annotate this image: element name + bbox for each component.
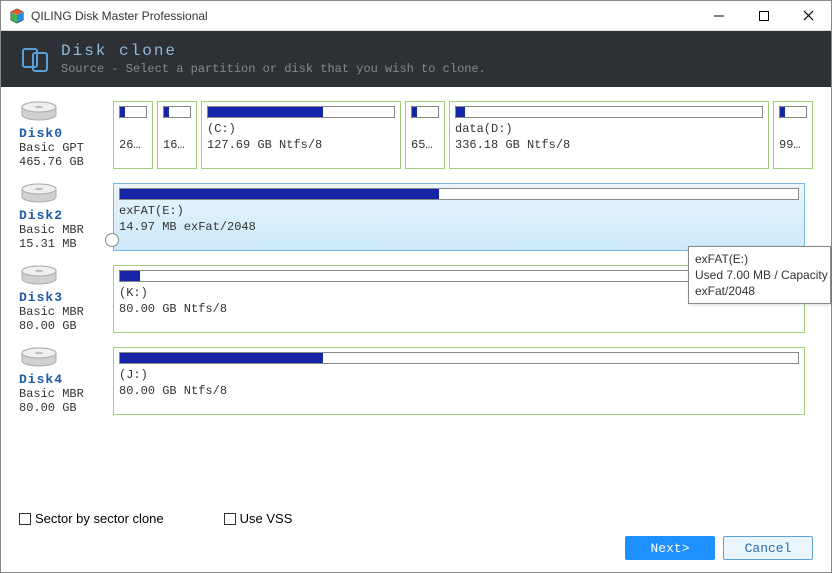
partition[interactable]: data(D:) 336.18 GB Ntfs/8 bbox=[449, 101, 769, 169]
disk-clone-icon bbox=[19, 43, 51, 75]
partition-label: (C:) bbox=[207, 122, 395, 136]
partition-usage-bar bbox=[119, 106, 147, 118]
tooltip-line: Used 7.00 MB / Capacity bbox=[695, 267, 824, 283]
tooltip-line: exFat/2048 bbox=[695, 283, 824, 299]
app-logo-icon bbox=[9, 8, 25, 24]
disk-name: Disk3 bbox=[19, 290, 107, 305]
checkbox-icon bbox=[224, 513, 236, 525]
disk-info: Disk2Basic MBR15.31 MB bbox=[19, 183, 107, 251]
partition-meta: 127.69 GB Ntfs/8 bbox=[207, 138, 395, 152]
partition-usage-bar bbox=[163, 106, 191, 118]
partition-meta: 14.97 MB exFat/2048 bbox=[119, 220, 799, 234]
disk-type: Basic MBR bbox=[19, 223, 107, 237]
partition-usage-bar bbox=[455, 106, 763, 118]
disk-size: 465.76 GB bbox=[19, 155, 107, 169]
checkbox-label: Use VSS bbox=[240, 511, 293, 526]
disk-type: Basic MBR bbox=[19, 387, 107, 401]
partition-label bbox=[411, 122, 439, 136]
minimize-button[interactable] bbox=[696, 1, 741, 30]
disk-info: Disk4Basic MBR80.00 GB bbox=[19, 347, 107, 415]
partition-meta: 16... bbox=[163, 138, 191, 152]
checkbox-icon bbox=[19, 513, 31, 525]
close-button[interactable] bbox=[786, 1, 831, 30]
disk-size: 15.31 MB bbox=[19, 237, 107, 251]
partition-label: data(D:) bbox=[455, 122, 763, 136]
partition-meta: 26... bbox=[119, 138, 147, 152]
maximize-button[interactable] bbox=[741, 1, 786, 30]
window-controls bbox=[696, 1, 831, 30]
partition-usage-bar bbox=[207, 106, 395, 118]
disk-size: 80.00 GB bbox=[19, 319, 107, 333]
partition-meta: 80.00 GB Ntfs/8 bbox=[119, 302, 799, 316]
partition[interactable]: 16... bbox=[157, 101, 197, 169]
partition-label bbox=[119, 122, 147, 136]
partition[interactable]: (C:) 127.69 GB Ntfs/8 bbox=[201, 101, 401, 169]
partition-meta: 336.18 GB Ntfs/8 bbox=[455, 138, 763, 152]
partition-meta: 99... bbox=[779, 138, 807, 152]
cancel-button[interactable]: Cancel bbox=[723, 536, 813, 560]
partition[interactable]: 99... bbox=[773, 101, 813, 169]
footer-buttons: Next> Cancel bbox=[625, 536, 813, 560]
partition-usage-bar bbox=[119, 188, 799, 200]
checkbox-label: Sector by sector clone bbox=[35, 511, 164, 526]
partition-list: (J:) 80.00 GB Ntfs/8 bbox=[113, 347, 813, 415]
partition-tooltip: exFAT(E:) Used 7.00 MB / Capacity exFat/… bbox=[688, 246, 831, 304]
disk-select-radio[interactable] bbox=[105, 233, 119, 247]
disk-size: 80.00 GB bbox=[19, 401, 107, 415]
sector-clone-checkbox[interactable]: Sector by sector clone bbox=[19, 511, 164, 526]
disk-row[interactable]: Disk2Basic MBR15.31 MB exFAT(E:) 14.97 MB … bbox=[19, 183, 813, 251]
partition[interactable]: 26... bbox=[113, 101, 153, 169]
use-vss-checkbox[interactable]: Use VSS bbox=[224, 511, 293, 526]
next-button[interactable]: Next> bbox=[625, 536, 715, 560]
partition-list: 26... 16... (C:) 127.69 GB Ntfs/8 65... data(… bbox=[113, 101, 813, 169]
disk-row[interactable]: Disk4Basic MBR80.00 GB (J:) 80.00 GB Ntfs/… bbox=[19, 347, 813, 415]
partition[interactable]: exFAT(E:) 14.97 MB exFat/2048 bbox=[113, 183, 805, 251]
partition-usage-bar bbox=[411, 106, 439, 118]
partition-list: exFAT(E:) 14.97 MB exFat/2048 bbox=[113, 183, 813, 251]
disk-info: Disk3Basic MBR80.00 GB bbox=[19, 265, 107, 333]
disk-type: Basic MBR bbox=[19, 305, 107, 319]
partition-label: exFAT(E:) bbox=[119, 204, 799, 218]
page-subtitle: Source - Select a partition or disk that… bbox=[61, 62, 486, 76]
disk-row[interactable]: Disk0Basic GPT465.76 GB 26... 16... (C:) 127… bbox=[19, 101, 813, 169]
partition-label: (J:) bbox=[119, 368, 799, 382]
disk-name: Disk0 bbox=[19, 126, 107, 141]
window-title: QILING Disk Master Professional bbox=[31, 9, 696, 23]
partition-label bbox=[779, 122, 807, 136]
page-title: Disk clone bbox=[61, 42, 486, 60]
partition[interactable]: 65... bbox=[405, 101, 445, 169]
disk-info: Disk0Basic GPT465.76 GB bbox=[19, 101, 107, 169]
partition-usage-bar bbox=[119, 352, 799, 364]
disk-type: Basic GPT bbox=[19, 141, 107, 155]
partition[interactable]: (J:) 80.00 GB Ntfs/8 bbox=[113, 347, 805, 415]
partition-meta: 65... bbox=[411, 138, 439, 152]
partition-meta: 80.00 GB Ntfs/8 bbox=[119, 384, 799, 398]
clone-options: Sector by sector clone Use VSS bbox=[19, 511, 292, 526]
titlebar: QILING Disk Master Professional bbox=[1, 1, 831, 31]
page-header: Disk clone Source - Select a partition o… bbox=[1, 31, 831, 87]
disk-name: Disk2 bbox=[19, 208, 107, 223]
partition-label bbox=[163, 122, 191, 136]
disk-name: Disk4 bbox=[19, 372, 107, 387]
partition-usage-bar bbox=[779, 106, 807, 118]
tooltip-line: exFAT(E:) bbox=[695, 251, 824, 267]
